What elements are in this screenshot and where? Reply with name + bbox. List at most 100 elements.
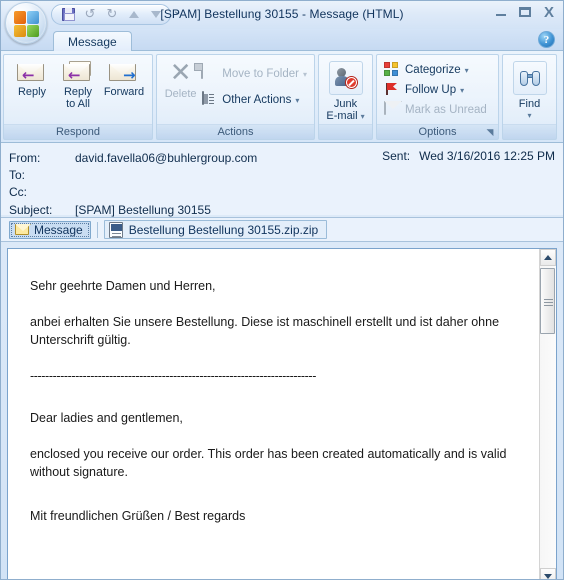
ribbon-group-options-label-text: Options	[418, 126, 457, 138]
categorize-label: Categorize	[405, 64, 461, 76]
follow-up-button[interactable]: Follow Up ▾	[382, 80, 466, 100]
ribbon-group-options: Categorize ▾ Follow Up ▾ Mark as Unread …	[376, 54, 499, 140]
other-actions-icon	[201, 91, 218, 108]
help-icon[interactable]: ?	[538, 31, 555, 48]
arrow-up-icon	[544, 255, 552, 260]
close-button[interactable]: X	[541, 3, 557, 21]
to-label: To:	[9, 167, 26, 182]
find-label: Find	[518, 98, 541, 110]
message-envelope-icon	[15, 224, 29, 235]
body-vertical-scrollbar[interactable]	[539, 249, 556, 579]
reply-label: Reply	[17, 86, 47, 98]
move-to-folder-label: Move to Folder	[222, 68, 299, 80]
attachment-bar: Message Bestellung Bestellung 30155.zip.…	[1, 218, 563, 242]
window-controls: X	[493, 3, 557, 21]
attachment-item[interactable]: Bestellung Bestellung 30155.zip.zip	[103, 220, 328, 239]
office-logo-icon	[14, 11, 40, 37]
customize-qat-button[interactable]: ⌄	[173, 6, 181, 17]
sent-value: Wed 3/16/2016 12:25 PM	[419, 149, 555, 163]
arrow-down-icon	[151, 11, 161, 18]
close-icon: X	[543, 3, 554, 21]
move-to-folder-icon	[201, 65, 218, 82]
body-divider: ----------------------------------------…	[30, 369, 316, 383]
attachment-name: Bestellung Bestellung 30155.zip.zip	[128, 222, 319, 237]
junk-email-icon	[334, 68, 357, 88]
move-to-folder-button[interactable]: Move to Folder ▾	[199, 64, 309, 84]
body-closing: Mit freundlichen Grüßen / Best regards	[30, 509, 246, 523]
message-body-text[interactable]: Sehr geehrte Damen und Herren, anbei erh…	[8, 249, 539, 579]
minimize-button[interactable]	[493, 5, 509, 19]
body-paragraph-en: enclosed you receive our order. This ord…	[30, 447, 507, 479]
subject-value: [SPAM] Bestellung 30155	[75, 202, 211, 217]
next-item-button[interactable]	[146, 6, 166, 24]
categorize-button[interactable]: Categorize ▾	[382, 60, 471, 80]
ribbon-group-options-label: Options ◥	[377, 124, 498, 139]
attachment-separator	[96, 221, 98, 238]
undo-button[interactable]: ↺	[80, 6, 100, 24]
mark-as-unread-button[interactable]: Mark as Unread	[382, 100, 489, 120]
forward-button[interactable]: → Forward	[101, 59, 147, 98]
sent-label: Sent:	[382, 149, 411, 163]
junk-label-line2: E-mail	[326, 110, 358, 122]
message-tab-button[interactable]: Message	[9, 220, 91, 239]
categorize-icon	[384, 62, 401, 78]
forward-label: Forward	[103, 86, 145, 98]
delete-label: Delete	[164, 88, 197, 100]
cc-label: Cc:	[9, 184, 27, 199]
message-tab-label: Message	[34, 222, 83, 237]
redo-icon: ↻	[106, 7, 118, 22]
help-question-mark: ?	[543, 33, 550, 46]
previous-item-button[interactable]	[124, 6, 144, 24]
reply-all-label-line2: to All	[66, 98, 90, 110]
body-greeting-en: Dear ladies and gentlemen,	[30, 411, 183, 425]
tab-message-label: Message	[68, 35, 117, 49]
save-icon	[61, 8, 75, 21]
office-button[interactable]	[5, 2, 47, 44]
ribbon-group-respond-label: Respond	[4, 124, 152, 139]
reply-all-button[interactable]: ← Reply to All	[55, 59, 101, 110]
scrollbar-grip-icon	[544, 299, 553, 300]
scroll-down-button[interactable]	[540, 568, 556, 579]
junk-label-line1: Junk	[333, 98, 358, 110]
chevron-down-icon: ▾	[360, 111, 365, 121]
ribbon: ← Reply ← Reply to All → Forward Respond…	[1, 51, 563, 143]
forward-envelope-icon: →	[109, 61, 139, 83]
tab-message[interactable]: Message	[53, 31, 132, 52]
mark-as-unread-label: Mark as Unread	[405, 104, 487, 116]
ribbon-group-actions: ✕ Delete Move to Folder ▾ Other Actions …	[156, 54, 315, 140]
sent-row: Sent: Wed 3/16/2016 12:25 PM	[382, 149, 555, 163]
scrollbar-track[interactable]	[540, 266, 556, 568]
scrollbar-thumb[interactable]	[540, 268, 555, 334]
chevron-down-icon: ▾	[295, 95, 300, 105]
ribbon-tab-strip: Message ?	[1, 29, 563, 52]
options-dialog-launcher-icon[interactable]: ◥	[485, 127, 495, 137]
follow-up-flag-icon	[384, 82, 401, 98]
from-label: From:	[9, 150, 41, 165]
reply-all-envelope-icon: ←	[63, 61, 93, 83]
scroll-up-button[interactable]	[540, 249, 556, 266]
find-binoculars-icon	[519, 69, 541, 87]
redo-button[interactable]: ↻	[102, 6, 122, 24]
arrow-up-icon	[129, 11, 139, 18]
other-actions-button[interactable]: Other Actions ▾	[199, 90, 309, 110]
arrow-down-icon	[544, 574, 552, 579]
to-row: To:	[9, 166, 555, 183]
save-button[interactable]	[58, 6, 78, 24]
ribbon-group-junk-label	[319, 124, 372, 139]
outlook-message-window: ↺ ↻ ⌄ [SPAM] Bestellung 30155 - Message …	[0, 0, 564, 580]
maximize-button[interactable]	[517, 5, 533, 19]
title-bar: ↺ ↻ ⌄ [SPAM] Bestellung 30155 - Message …	[1, 1, 563, 44]
message-header: From: david.favella06@buhlergroup.com To…	[1, 143, 563, 217]
find-button[interactable]	[512, 61, 547, 95]
chevron-down-icon: ▾	[527, 111, 532, 120]
junk-label-line2-row: E-mail ▾	[326, 110, 364, 122]
ribbon-group-actions-label: Actions	[157, 124, 314, 139]
subject-label: Subject:	[9, 202, 53, 217]
follow-up-label: Follow Up	[405, 84, 457, 96]
delete-x-icon: ✕	[169, 57, 192, 87]
other-actions-label: Other Actions	[222, 94, 292, 106]
ribbon-group-find-label	[503, 124, 556, 139]
message-body-pane: Sehr geehrte Damen und Herren, anbei erh…	[7, 248, 557, 579]
junk-email-button[interactable]	[328, 61, 363, 95]
reply-button[interactable]: ← Reply	[9, 59, 55, 98]
